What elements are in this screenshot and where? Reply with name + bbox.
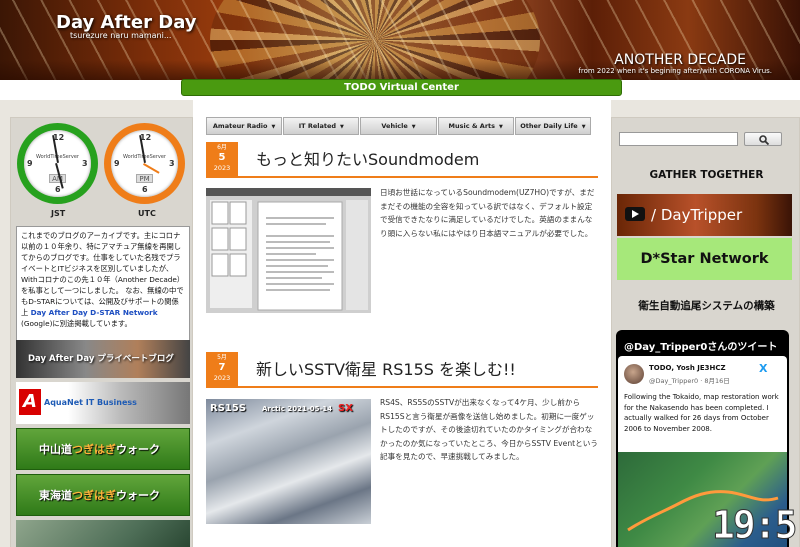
tweet-text: Following the Tokaido, map restoration w… [624,393,779,433]
post-date-badge: 5月 7 2023 [206,352,238,386]
tweet-author: TODO, Yosh JE3HCZ [649,364,726,372]
search-input[interactable] [619,132,738,146]
chevron-down-icon: ▼ [581,124,586,130]
clock-zone-utc: UTC [138,209,156,218]
aquanet-logo: A [19,389,41,415]
sstv-date: Arctic 2021-05-14 [262,405,333,413]
site-header: Day After Day tsurezure naru mamani... A… [0,0,800,80]
aquanet-banner[interactable]: A AquaNet IT Business [16,382,190,424]
clock-utc: 12 3 6 9 WorldTimeServer PM [104,123,185,204]
chevron-down-icon: ▼ [411,124,416,130]
pdf-manual-screenshot [206,188,371,313]
nakasendo-walk-banner[interactable]: 中山道つぎはぎウォーク [16,428,190,470]
post-date-badge: 6月 5 2023 [206,142,238,176]
chevron-down-icon: ▼ [271,124,276,130]
dstar-network-banner[interactable]: D*Star Network [617,238,792,280]
search-icon [759,135,769,145]
nav-amateur-radio[interactable]: Amateur Radio ▼ [206,117,283,135]
main-content: Amateur Radio ▼ IT Related ▼ Vehicle ▼ Musi… [193,100,611,547]
archive-note: これまでのブログのアーカイブです。主にコロナ以前の１０年余り、特にアマチュア無線… [16,226,190,342]
virtual-center-link[interactable]: TODO Virtual Center [181,79,622,96]
clock-face: 12 3 6 9 WorldTimeServer PM [111,130,178,197]
post-title[interactable]: 新しいSSTV衛星 RS15S を楽しむ!! [256,356,516,380]
decade-subtitle: from 2022 when it's begining after/with … [578,67,772,75]
satellite-tracking-link[interactable]: 衛生自動追尾システムの構築 [612,298,800,313]
hour-hand [143,163,160,174]
nav-it-related[interactable]: IT Related ▼ [283,117,360,135]
chevron-down-icon: ▼ [340,124,344,130]
map-banner[interactable] [16,520,190,547]
right-sidebar: GATHER TOGETHER / DayTripper D*Star Netw… [611,117,800,547]
youtube-icon [625,206,645,221]
post-excerpt: RS4S、RS5SのSSTVが出来なくなって4ケ月、少し前からRS15Sと言う衛… [380,398,598,461]
nav-vehicle[interactable]: Vehicle ▼ [360,117,437,135]
category-nav: Amateur Radio ▼ IT Related ▼ Vehicle ▼ Musi… [206,117,592,135]
gather-together-heading: GATHER TOGETHER [649,169,764,181]
nav-music-arts[interactable]: Music & Arts ▼ [437,117,514,135]
clock-jst: 12 3 6 9 WorldTimeServer AM [17,123,98,204]
daytripper-banner[interactable]: / DayTripper [617,194,792,236]
private-blog-banner[interactable]: Day After Day プライベートブログ [16,340,190,378]
twitter-timeline-title[interactable]: @Day_Tripper0さんのツイート [624,338,777,353]
sstv-mode: SX [338,403,353,414]
clock-ampm: PM [136,174,153,183]
post-title[interactable]: もっと知りたいSoundmodem [256,146,479,170]
search-button[interactable] [744,132,782,146]
post-excerpt: 日頃お世話になっているSoundmodem(UZ7HO)ですが、まだまだその機能… [380,188,595,238]
dstar-network-link[interactable]: Day After Day D-STAR Network [31,308,158,317]
post-thumbnail[interactable] [206,188,371,313]
tokaido-walk-banner[interactable]: 東海道つぎはぎウォーク [16,474,190,516]
decade-heading: ANOTHER DECADE [614,52,746,68]
time-overlay: 19:5 [712,503,798,547]
tweet-handle-date: @Day_Tripper0 · 8月16日 [649,377,730,385]
avatar [624,364,644,384]
chevron-down-icon: ▼ [499,124,503,130]
left-sidebar: 12 3 6 9 WorldTimeServer AM JST 12 3 6 9… [10,117,193,547]
post-thumbnail[interactable]: RS15S Arctic 2021-05-14 SX [206,399,371,524]
nav-other-daily-life[interactable]: Other Daily Life ▼ [514,117,592,135]
sstv-callsign: RS15S [210,403,247,414]
site-title[interactable]: Day After Day [56,12,197,33]
site-tagline: tsurezure naru mamani... [70,31,172,40]
page: Day After Day tsurezure naru mamani... A… [0,0,800,547]
clock-zone-jst: JST [51,209,66,218]
clock-face: 12 3 6 9 WorldTimeServer AM [24,130,91,197]
x-logo-icon: X [759,362,768,375]
